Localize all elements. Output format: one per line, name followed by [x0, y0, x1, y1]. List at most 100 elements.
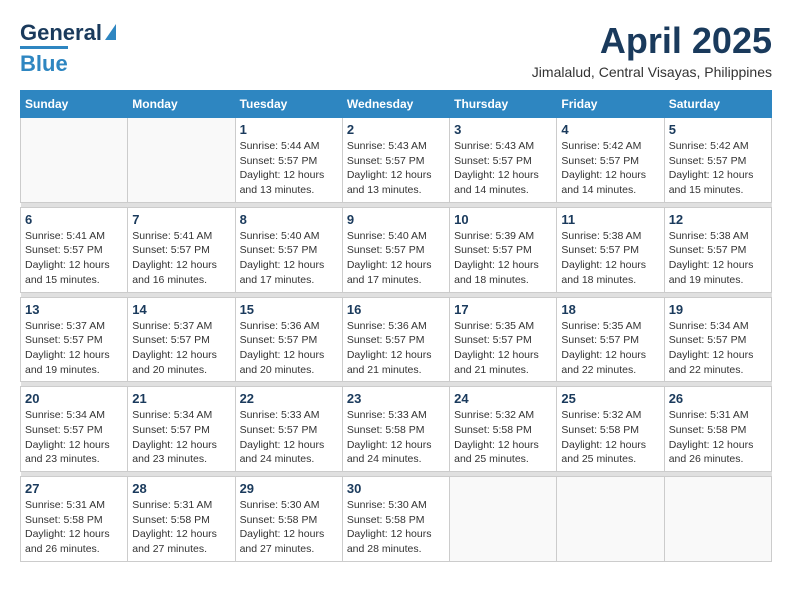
location-subtitle: Jimalalud, Central Visayas, Philippines	[532, 64, 772, 80]
day-number: 24	[454, 391, 552, 406]
calendar-week-row: 27 Sunrise: 5:31 AM Sunset: 5:58 PM Dayli…	[21, 477, 772, 562]
weekday-header-monday: Monday	[128, 91, 235, 118]
day-number: 16	[347, 302, 445, 317]
calendar-cell: 9 Sunrise: 5:40 AM Sunset: 5:57 PM Daylig…	[342, 207, 449, 292]
day-number: 8	[240, 212, 338, 227]
day-info: Sunrise: 5:38 AM Sunset: 5:57 PM Dayligh…	[669, 229, 767, 288]
calendar-cell	[450, 477, 557, 562]
day-info: Sunrise: 5:42 AM Sunset: 5:57 PM Dayligh…	[669, 139, 767, 198]
day-number: 21	[132, 391, 230, 406]
calendar-cell: 19 Sunrise: 5:34 AM Sunset: 5:57 PM Dayli…	[664, 297, 771, 382]
day-info: Sunrise: 5:36 AM Sunset: 5:57 PM Dayligh…	[347, 319, 445, 378]
day-number: 2	[347, 122, 445, 137]
day-info: Sunrise: 5:34 AM Sunset: 5:57 PM Dayligh…	[132, 408, 230, 467]
calendar-cell: 20 Sunrise: 5:34 AM Sunset: 5:57 PM Dayli…	[21, 387, 128, 472]
calendar-cell: 26 Sunrise: 5:31 AM Sunset: 5:58 PM Dayli…	[664, 387, 771, 472]
calendar-table: SundayMondayTuesdayWednesdayThursdayFrid…	[20, 90, 772, 562]
day-info: Sunrise: 5:37 AM Sunset: 5:57 PM Dayligh…	[25, 319, 123, 378]
calendar-cell: 11Sunrise: 5:38 AM Sunset: 5:57 PM Dayli…	[557, 207, 664, 292]
calendar-cell: 22Sunrise: 5:33 AM Sunset: 5:57 PM Dayli…	[235, 387, 342, 472]
day-info: Sunrise: 5:40 AM Sunset: 5:57 PM Dayligh…	[347, 229, 445, 288]
day-number: 20	[25, 391, 123, 406]
day-info: Sunrise: 5:41 AM Sunset: 5:57 PM Dayligh…	[132, 229, 230, 288]
day-info: Sunrise: 5:30 AM Sunset: 5:58 PM Dayligh…	[240, 498, 338, 557]
day-info: Sunrise: 5:40 AM Sunset: 5:57 PM Dayligh…	[240, 229, 338, 288]
day-info: Sunrise: 5:43 AM Sunset: 5:57 PM Dayligh…	[347, 139, 445, 198]
calendar-week-row: 1 Sunrise: 5:44 AM Sunset: 5:57 PM Daylig…	[21, 118, 772, 203]
day-info: Sunrise: 5:31 AM Sunset: 5:58 PM Dayligh…	[25, 498, 123, 557]
calendar-cell: 7Sunrise: 5:41 AM Sunset: 5:57 PM Daylig…	[128, 207, 235, 292]
day-info: Sunrise: 5:34 AM Sunset: 5:57 PM Dayligh…	[669, 319, 767, 378]
calendar-cell: 12 Sunrise: 5:38 AM Sunset: 5:57 PM Dayli…	[664, 207, 771, 292]
day-info: Sunrise: 5:30 AM Sunset: 5:58 PM Dayligh…	[347, 498, 445, 557]
calendar-cell	[664, 477, 771, 562]
page-header: General Blue April 2025 Jimalalud, Centr…	[20, 20, 772, 80]
day-number: 9	[347, 212, 445, 227]
weekday-header-friday: Friday	[557, 91, 664, 118]
calendar-cell: 16 Sunrise: 5:36 AM Sunset: 5:57 PM Dayli…	[342, 297, 449, 382]
day-number: 29	[240, 481, 338, 496]
calendar-week-row: 13 Sunrise: 5:37 AM Sunset: 5:57 PM Dayli…	[21, 297, 772, 382]
day-info: Sunrise: 5:32 AM Sunset: 5:58 PM Dayligh…	[454, 408, 552, 467]
day-info: Sunrise: 5:33 AM Sunset: 5:58 PM Dayligh…	[347, 408, 445, 467]
day-number: 26	[669, 391, 767, 406]
day-number: 23	[347, 391, 445, 406]
calendar-cell: 8 Sunrise: 5:40 AM Sunset: 5:57 PM Daylig…	[235, 207, 342, 292]
day-info: Sunrise: 5:31 AM Sunset: 5:58 PM Dayligh…	[132, 498, 230, 557]
day-number: 28	[132, 481, 230, 496]
calendar-cell: 15Sunrise: 5:36 AM Sunset: 5:57 PM Dayli…	[235, 297, 342, 382]
calendar-cell: 2 Sunrise: 5:43 AM Sunset: 5:57 PM Daylig…	[342, 118, 449, 203]
title-area: April 2025 Jimalalud, Central Visayas, P…	[532, 20, 772, 80]
day-info: Sunrise: 5:34 AM Sunset: 5:57 PM Dayligh…	[25, 408, 123, 467]
calendar-cell: 18Sunrise: 5:35 AM Sunset: 5:57 PM Dayli…	[557, 297, 664, 382]
calendar-header-row: SundayMondayTuesdayWednesdayThursdayFrid…	[21, 91, 772, 118]
day-number: 17	[454, 302, 552, 317]
day-number: 13	[25, 302, 123, 317]
calendar-cell: 13 Sunrise: 5:37 AM Sunset: 5:57 PM Dayli…	[21, 297, 128, 382]
calendar-cell: 21 Sunrise: 5:34 AM Sunset: 5:57 PM Dayli…	[128, 387, 235, 472]
calendar-cell: 23 Sunrise: 5:33 AM Sunset: 5:58 PM Dayli…	[342, 387, 449, 472]
calendar-week-row: 6 Sunrise: 5:41 AM Sunset: 5:57 PM Daylig…	[21, 207, 772, 292]
calendar-cell: 4Sunrise: 5:42 AM Sunset: 5:57 PM Daylig…	[557, 118, 664, 203]
day-info: Sunrise: 5:32 AM Sunset: 5:58 PM Dayligh…	[561, 408, 659, 467]
day-number: 6	[25, 212, 123, 227]
day-info: Sunrise: 5:44 AM Sunset: 5:57 PM Dayligh…	[240, 139, 338, 198]
day-number: 27	[25, 481, 123, 496]
weekday-header-tuesday: Tuesday	[235, 91, 342, 118]
day-info: Sunrise: 5:42 AM Sunset: 5:57 PM Dayligh…	[561, 139, 659, 198]
calendar-cell: 3 Sunrise: 5:43 AM Sunset: 5:57 PM Daylig…	[450, 118, 557, 203]
calendar-cell	[128, 118, 235, 203]
day-info: Sunrise: 5:35 AM Sunset: 5:57 PM Dayligh…	[454, 319, 552, 378]
day-info: Sunrise: 5:31 AM Sunset: 5:58 PM Dayligh…	[669, 408, 767, 467]
day-info: Sunrise: 5:37 AM Sunset: 5:57 PM Dayligh…	[132, 319, 230, 378]
calendar-cell: 6 Sunrise: 5:41 AM Sunset: 5:57 PM Daylig…	[21, 207, 128, 292]
calendar-cell: 30 Sunrise: 5:30 AM Sunset: 5:58 PM Dayli…	[342, 477, 449, 562]
calendar-cell	[557, 477, 664, 562]
calendar-cell: 17 Sunrise: 5:35 AM Sunset: 5:57 PM Dayli…	[450, 297, 557, 382]
day-number: 1	[240, 122, 338, 137]
logo-blue-text: Blue	[20, 46, 68, 77]
day-number: 30	[347, 481, 445, 496]
day-number: 12	[669, 212, 767, 227]
calendar-cell: 10 Sunrise: 5:39 AM Sunset: 5:57 PM Dayli…	[450, 207, 557, 292]
calendar-cell: 5 Sunrise: 5:42 AM Sunset: 5:57 PM Daylig…	[664, 118, 771, 203]
day-info: Sunrise: 5:39 AM Sunset: 5:57 PM Dayligh…	[454, 229, 552, 288]
day-info: Sunrise: 5:41 AM Sunset: 5:57 PM Dayligh…	[25, 229, 123, 288]
month-year-title: April 2025	[532, 20, 772, 62]
calendar-cell: 28 Sunrise: 5:31 AM Sunset: 5:58 PM Dayli…	[128, 477, 235, 562]
day-info: Sunrise: 5:36 AM Sunset: 5:57 PM Dayligh…	[240, 319, 338, 378]
calendar-cell: 24 Sunrise: 5:32 AM Sunset: 5:58 PM Dayli…	[450, 387, 557, 472]
day-info: Sunrise: 5:43 AM Sunset: 5:57 PM Dayligh…	[454, 139, 552, 198]
day-number: 10	[454, 212, 552, 227]
calendar-cell: 14Sunrise: 5:37 AM Sunset: 5:57 PM Dayli…	[128, 297, 235, 382]
weekday-header-wednesday: Wednesday	[342, 91, 449, 118]
day-number: 3	[454, 122, 552, 137]
calendar-week-row: 20 Sunrise: 5:34 AM Sunset: 5:57 PM Dayli…	[21, 387, 772, 472]
day-number: 25	[561, 391, 659, 406]
day-number: 5	[669, 122, 767, 137]
day-info: Sunrise: 5:33 AM Sunset: 5:57 PM Dayligh…	[240, 408, 338, 467]
day-info: Sunrise: 5:38 AM Sunset: 5:57 PM Dayligh…	[561, 229, 659, 288]
logo: General Blue	[20, 20, 116, 77]
day-number: 19	[669, 302, 767, 317]
weekday-header-saturday: Saturday	[664, 91, 771, 118]
